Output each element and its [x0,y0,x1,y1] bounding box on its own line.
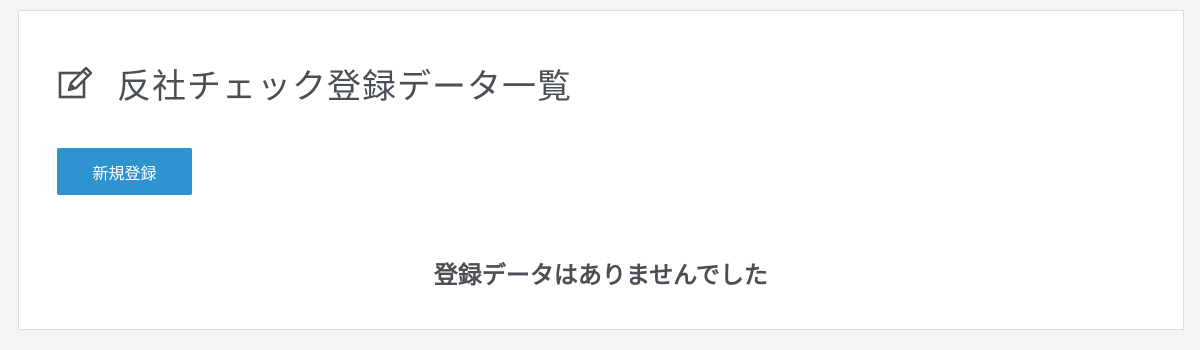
empty-state-message: 登録データはありませんでした [433,261,769,289]
content-panel: 反社チェック登録データ一覧 新規登録 登録データはありませんでした [18,10,1184,330]
edit-icon [55,64,95,104]
new-registration-button[interactable]: 新規登録 [57,148,192,195]
page-header: 反社チェック登録データ一覧 [55,59,572,108]
page-title: 反社チェック登録データ一覧 [117,67,572,107]
